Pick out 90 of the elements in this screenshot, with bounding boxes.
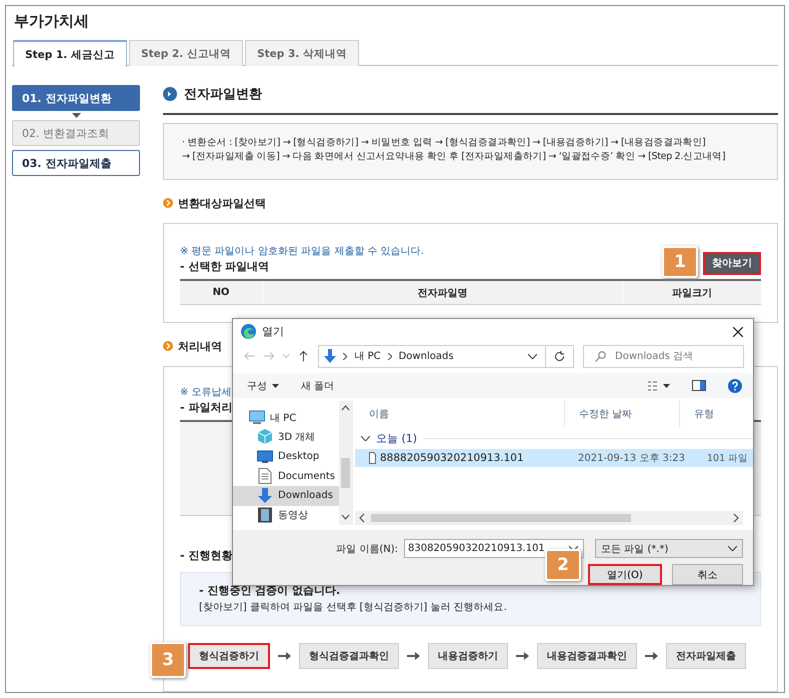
list-label: - 선택한 파일내역 bbox=[180, 258, 270, 274]
subsection-title: 변환대상파일선택 bbox=[178, 196, 266, 210]
tab[interactable]: Step 2. 신고내역 bbox=[129, 40, 243, 66]
nav-item[interactable]: Downloads bbox=[233, 486, 339, 506]
sidebar-item[interactable]: 03. 전자파일제출 bbox=[12, 150, 140, 176]
path-segment[interactable]: Downloads bbox=[398, 350, 454, 362]
nav-item[interactable]: 동영상 bbox=[233, 506, 339, 526]
column-header: NO bbox=[212, 286, 230, 300]
pc-icon bbox=[249, 410, 265, 426]
section-title: 전자파일변환 bbox=[184, 86, 262, 103]
back-arrow-icon bbox=[244, 351, 255, 362]
close-icon[interactable] bbox=[733, 326, 743, 337]
notice-text: ※ 오류납세 bbox=[180, 386, 232, 398]
step-number-badge: 3 bbox=[150, 642, 186, 678]
right-arrow-icon bbox=[645, 652, 658, 660]
horizontal-scrollbar-icon bbox=[355, 511, 743, 526]
browse-button[interactable]: 찾아보기 bbox=[703, 252, 761, 274]
vertical-scrollbar-icon bbox=[339, 401, 352, 526]
list-label: - 파일처리 bbox=[180, 400, 232, 414]
view-options-icon[interactable] bbox=[648, 380, 670, 391]
column-header: 전자파일명 bbox=[262, 281, 623, 304]
step-number-badge: 2 bbox=[545, 549, 581, 581]
notice-text: ※ 평문 파일이나 암호화된 파일을 제출할 수 있습니다. bbox=[180, 245, 424, 257]
chevron-down-icon bbox=[528, 354, 538, 359]
instruction-text: → [전자파일제출 이동] → 다음 화면에서 신고서요약내용 확인 후 [전자파일제출하기] → ‘일괄접수증’ 확인 → [Step 2.신고내역] bbox=[182, 150, 726, 164]
chevron-down-icon bbox=[569, 546, 578, 552]
refresh-button[interactable] bbox=[546, 344, 574, 368]
search-icon bbox=[595, 350, 606, 362]
nav-item[interactable]: 내 PC bbox=[233, 408, 339, 428]
path-segment[interactable]: 내 PC bbox=[354, 349, 381, 364]
organize-button[interactable]: 구성 bbox=[247, 378, 279, 393]
dialog-title: 열기 bbox=[262, 324, 284, 340]
progress-label: - 진행현황 bbox=[180, 548, 232, 562]
refresh-icon bbox=[554, 350, 566, 362]
address-bar[interactable]: 내 PC Downloads bbox=[318, 344, 546, 368]
column-header: 파일크기 bbox=[671, 286, 713, 300]
tab[interactable]: Step 1. 세금신고 bbox=[13, 40, 127, 67]
file-name-field[interactable]: 830820590320210913.101 bbox=[404, 539, 584, 558]
bullet-icon bbox=[163, 341, 173, 351]
browser-logo-icon bbox=[241, 324, 256, 340]
chevron-down-icon bbox=[728, 546, 737, 552]
step-button[interactable]: 내용검증결과확인 bbox=[537, 643, 637, 669]
cube-icon bbox=[257, 429, 273, 446]
open-button[interactable]: 열기(O) bbox=[588, 564, 662, 586]
file-type-dropdown[interactable]: 모든 파일 (*.*) bbox=[595, 539, 743, 558]
preview-pane-icon[interactable] bbox=[692, 380, 706, 392]
download-icon bbox=[257, 488, 273, 504]
step-button[interactable]: 형식검증하기 bbox=[188, 643, 270, 669]
nav-item[interactable]: 3D 개체 bbox=[233, 428, 339, 448]
step-button[interactable]: 전자파일제출 bbox=[666, 643, 746, 669]
column-header[interactable]: 이름 bbox=[355, 401, 565, 428]
status-message: - 진행중인 검증이 없습니다. bbox=[199, 583, 342, 598]
nav-item[interactable]: Desktop bbox=[233, 447, 339, 467]
file-row[interactable]: 888820590320210913.101 2021-09-13 오후 3:23 101 파일 bbox=[355, 449, 753, 468]
document-icon bbox=[257, 468, 273, 484]
file-icon bbox=[369, 452, 376, 464]
instruction-text: · 변환순서 : [찾아보기] → [형식검증하기] → 비밀번호 입력 → [형식검증결과확인] → [내용검증하기] → [내용검증결과확인] bbox=[182, 136, 706, 150]
sidebar-item[interactable]: 01. 전자파일변환 bbox=[12, 85, 140, 111]
caret-icon bbox=[272, 384, 279, 388]
right-arrow-icon bbox=[516, 652, 529, 660]
chevron-right-icon bbox=[388, 352, 392, 360]
video-icon bbox=[257, 507, 273, 524]
up-arrow-icon bbox=[298, 350, 308, 362]
chevron-down-icon bbox=[283, 354, 290, 358]
subsection-title: 처리내역 bbox=[178, 338, 222, 354]
step-button[interactable]: 내용검증하기 bbox=[428, 643, 508, 669]
bullet-icon bbox=[163, 198, 173, 208]
field-label: 파일 이름(N): bbox=[336, 542, 398, 556]
tab[interactable]: Step 3. 삭제내역 bbox=[245, 40, 359, 66]
forward-arrow-icon bbox=[264, 351, 274, 362]
column-header[interactable]: 수정한 날짜 bbox=[565, 401, 680, 428]
download-arrow-icon bbox=[324, 349, 336, 364]
cancel-button[interactable]: 취소 bbox=[672, 564, 743, 586]
new-folder-button[interactable]: 새 폴더 bbox=[301, 378, 334, 393]
right-arrow-icon bbox=[407, 652, 420, 660]
step-button[interactable]: 형식검증결과확인 bbox=[299, 643, 399, 669]
chevron-down-icon bbox=[361, 436, 370, 441]
group-header[interactable]: 오늘 (1) bbox=[376, 430, 418, 446]
step-number-badge: 1 bbox=[662, 246, 698, 278]
page-title: 부가가치세 bbox=[14, 12, 90, 32]
nav-item[interactable]: Documents bbox=[233, 466, 339, 486]
right-arrow-icon bbox=[278, 652, 291, 660]
arrow-circle-icon bbox=[163, 87, 177, 101]
search-field[interactable]: Downloads 검색 bbox=[583, 344, 744, 368]
down-triangle-icon bbox=[72, 113, 80, 118]
desktop-icon bbox=[257, 448, 273, 465]
hint-text: [찾아보기] 클릭하여 파일을 선택후 [형식검증하기] 눌러 진행하세요. bbox=[199, 601, 508, 614]
column-header[interactable]: 유형 bbox=[680, 401, 753, 428]
help-icon[interactable] bbox=[728, 378, 742, 393]
chevron-right-icon bbox=[343, 352, 348, 360]
